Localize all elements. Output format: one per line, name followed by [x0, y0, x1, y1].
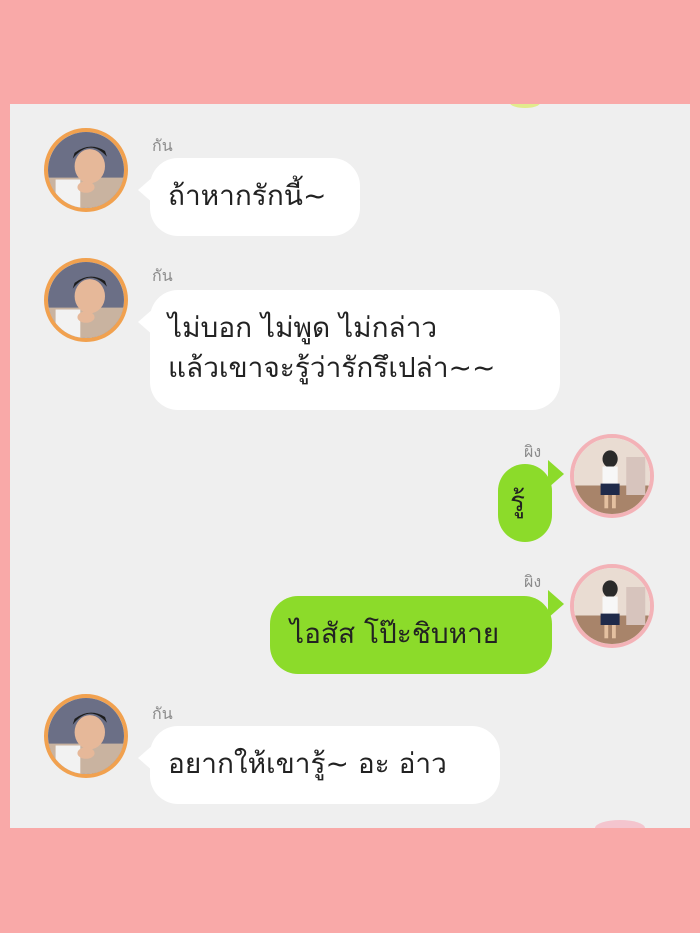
boy-avatar-icon	[48, 262, 124, 338]
message-bubble[interactable]: ไม่บอก ไม่พูด ไม่กล่าว แล้วเขาจะรู้ว่ารั…	[150, 290, 560, 410]
sender-name: ผิง	[524, 442, 542, 461]
message-bubble[interactable]: ไอสัส โป๊ะชิบหาย	[270, 596, 552, 674]
sender-name: กัน	[152, 704, 173, 723]
message-bubble[interactable]: อยากให้เขารู้~ อะ อ่าว	[150, 726, 500, 804]
avatar-kan[interactable]	[44, 694, 128, 778]
avatar-kan[interactable]	[44, 128, 128, 212]
avatar-ping[interactable]	[570, 564, 654, 648]
boy-avatar-icon	[48, 132, 124, 208]
avatar-kan[interactable]	[44, 258, 128, 342]
avatar-ping[interactable]	[570, 434, 654, 518]
message-bubble[interactable]: รู้	[498, 464, 552, 542]
partial-avatar-bottom	[595, 820, 645, 828]
girl-avatar-icon	[574, 438, 650, 514]
chat-area[interactable]: กัน ถ้าหากรักนี้~ กัน ไม่บอก ไม่พูด ไม่ก…	[10, 104, 690, 828]
girl-avatar-icon	[574, 568, 650, 644]
partial-avatar-top	[510, 104, 540, 108]
message-bubble[interactable]: ถ้าหากรักนี้~	[150, 158, 360, 236]
boy-avatar-icon	[48, 698, 124, 774]
sender-name: กัน	[152, 266, 173, 285]
sender-name: ผิง	[524, 572, 542, 591]
sender-name: กัน	[152, 136, 173, 155]
